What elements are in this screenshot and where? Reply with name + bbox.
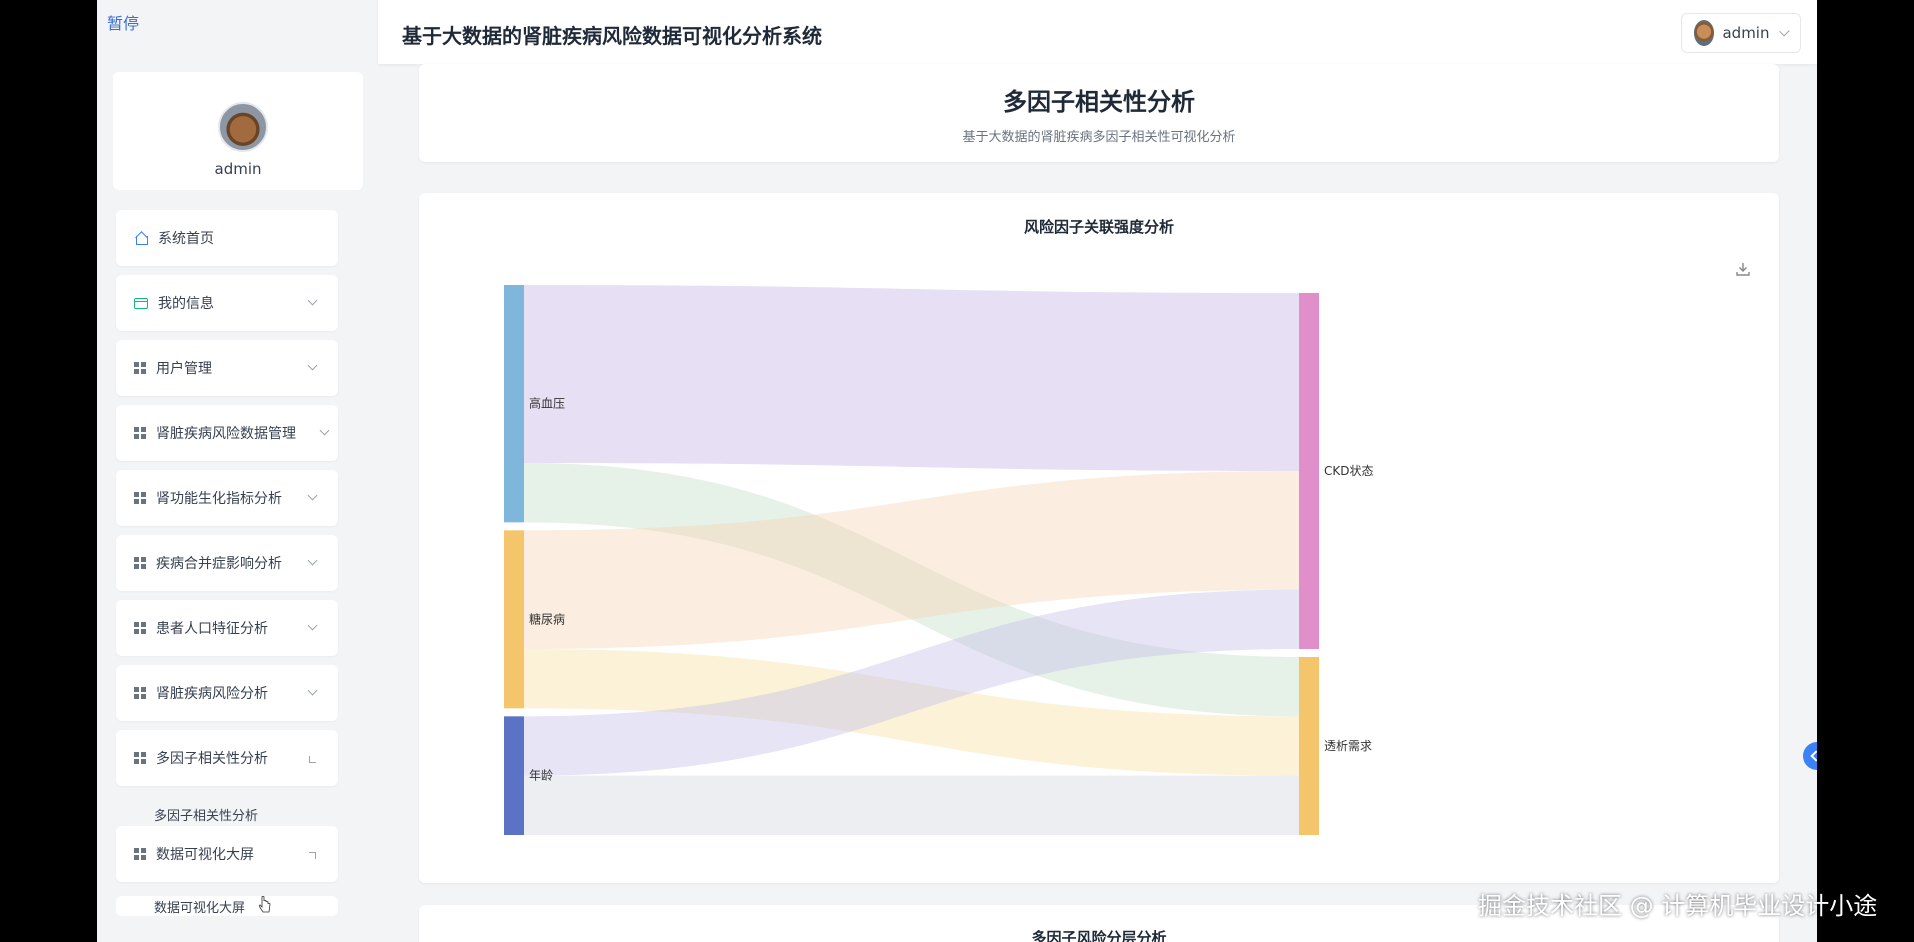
chevron-up-icon <box>309 756 316 763</box>
profile-card: admin <box>113 72 363 190</box>
section-title: 多因子风险分层分析 <box>1031 929 1167 942</box>
chevron-up-icon <box>309 852 316 859</box>
pointer-cursor-icon <box>259 896 271 913</box>
sidebar-item-label: 用户管理 <box>156 361 212 377</box>
home-icon <box>134 231 148 245</box>
sankey-chart-card: 风险因子关联强度分析 高血压 糖尿病 年龄 CKD状态 透析需求 <box>419 193 1779 883</box>
chevron-down-icon <box>319 425 330 436</box>
sankey-node[interactable] <box>1299 293 1319 649</box>
sidebar-item-risk-data[interactable]: 肾脏疾病风险数据管理 <box>116 405 338 461</box>
sidebar-item-home[interactable]: 系统首页 <box>116 210 338 266</box>
grid-icon <box>134 687 146 699</box>
grid-icon <box>134 427 146 439</box>
page-title: 多因子相关性分析 <box>1003 88 1195 116</box>
sidebar-item-risk-analysis[interactable]: 肾脏疾病风险分析 <box>116 665 338 721</box>
chevron-down-icon <box>307 295 318 306</box>
sidebar-item-label: 肾脏疾病风险数据管理 <box>156 426 296 442</box>
sidebar-item-users[interactable]: 用户管理 <box>116 340 338 396</box>
chevron-down-icon <box>307 685 318 696</box>
sankey-chart: 高血压糖尿病年龄 CKD状态透析需求 <box>504 285 1374 835</box>
paused-label: 暂停 <box>107 14 140 33</box>
user-name: admin <box>1722 24 1770 42</box>
sidebar-item-label: 疾病合并症影响分析 <box>156 556 282 572</box>
sankey-node-label: 年龄 <box>529 769 553 783</box>
sankey-link[interactable] <box>524 775 1299 835</box>
main-content: 多因子相关性分析 基于大数据的肾脏疾病多因子相关性可视化分析 风险因子关联强度分… <box>378 64 1817 942</box>
watermark: 掘金技术社区 @ 计算机毕业设计小途 <box>1478 892 1878 920</box>
avatar <box>1694 20 1715 46</box>
grid-icon <box>134 622 146 634</box>
submenu-item-big-screen[interactable]: 数据可视化大屏 <box>116 896 338 916</box>
sidebar-item-label: 数据可视化大屏 <box>156 847 254 863</box>
sankey-node[interactable] <box>504 530 524 709</box>
sankey-node-label: CKD状态 <box>1324 464 1374 478</box>
avatar[interactable] <box>218 102 268 152</box>
app-screen: 暂停 admin 系统首页 我的信息 用户管理 肾脏疾病风险数据管理 肾功能生化… <box>97 0 1817 942</box>
sidebar: 暂停 admin 系统首页 我的信息 用户管理 肾脏疾病风险数据管理 肾功能生化… <box>97 0 378 942</box>
sankey-node[interactable] <box>504 716 524 835</box>
chevron-down-icon <box>307 555 318 566</box>
sidebar-item-label: 肾脏疾病风险分析 <box>156 686 268 702</box>
chevron-down-icon <box>307 620 318 631</box>
top-bar: 基于大数据的肾脏疾病风险数据可视化分析系统 admin <box>378 0 1817 64</box>
sidebar-item-kidney-function[interactable]: 肾功能生化指标分析 <box>116 470 338 526</box>
sidebar-item-demographics[interactable]: 患者人口特征分析 <box>116 600 338 656</box>
sankey-node[interactable] <box>504 285 524 523</box>
grid-icon <box>134 362 146 374</box>
grid-icon <box>134 492 146 504</box>
sidebar-item-my-info[interactable]: 我的信息 <box>116 275 338 331</box>
sidebar-item-label: 我的信息 <box>158 296 214 312</box>
chevron-down-icon <box>307 490 318 501</box>
sidebar-item-label: 多因子相关性分析 <box>156 751 268 767</box>
sidebar-item-comorbidity[interactable]: 疾病合并症影响分析 <box>116 535 338 591</box>
sidebar-item-label: 系统首页 <box>158 231 214 247</box>
grid-icon <box>134 557 146 569</box>
sidebar-item-label: 患者人口特征分析 <box>156 621 268 637</box>
page-subtitle: 基于大数据的肾脏疾病多因子相关性可视化分析 <box>962 130 1236 145</box>
sidebar-item-big-screen[interactable]: 数据可视化大屏 <box>116 826 338 882</box>
sankey-node[interactable] <box>1299 657 1319 835</box>
sankey-node-label: 透析需求 <box>1324 739 1372 753</box>
sankey-link[interactable] <box>524 285 1299 471</box>
profile-name: admin <box>214 160 262 178</box>
chevron-down-icon <box>307 360 318 371</box>
app-title: 基于大数据的肾脏疾病风险数据可视化分析系统 <box>402 24 822 48</box>
sankey-node-label: 高血压 <box>529 396 565 411</box>
page-header-card: 多因子相关性分析 基于大数据的肾脏疾病多因子相关性可视化分析 <box>419 64 1779 162</box>
chevron-down-icon <box>1779 25 1790 37</box>
card-icon <box>134 297 148 309</box>
grid-icon <box>134 848 146 860</box>
grid-icon <box>134 752 146 764</box>
user-menu[interactable]: admin <box>1681 13 1801 53</box>
sidebar-item-correlation[interactable]: 多因子相关性分析 <box>116 730 338 786</box>
sidebar-item-label: 肾功能生化指标分析 <box>156 491 282 507</box>
sankey-node-label: 糖尿病 <box>529 611 565 626</box>
